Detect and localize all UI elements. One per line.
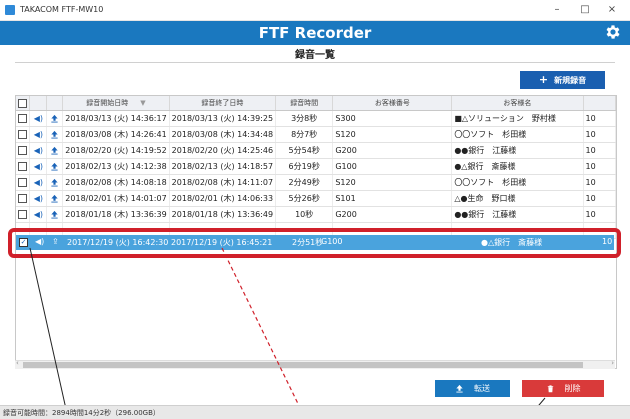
annotation-line-dashed [221,247,306,418]
status-bar: 録音可能時間：2894時間14分2秒（296.00GB） [0,405,630,419]
annotation-line-checkbox [29,247,69,418]
annotation-lines [29,247,546,418]
status-text: 録音可能時間：2894時間14分2秒（296.00GB） [3,409,160,417]
